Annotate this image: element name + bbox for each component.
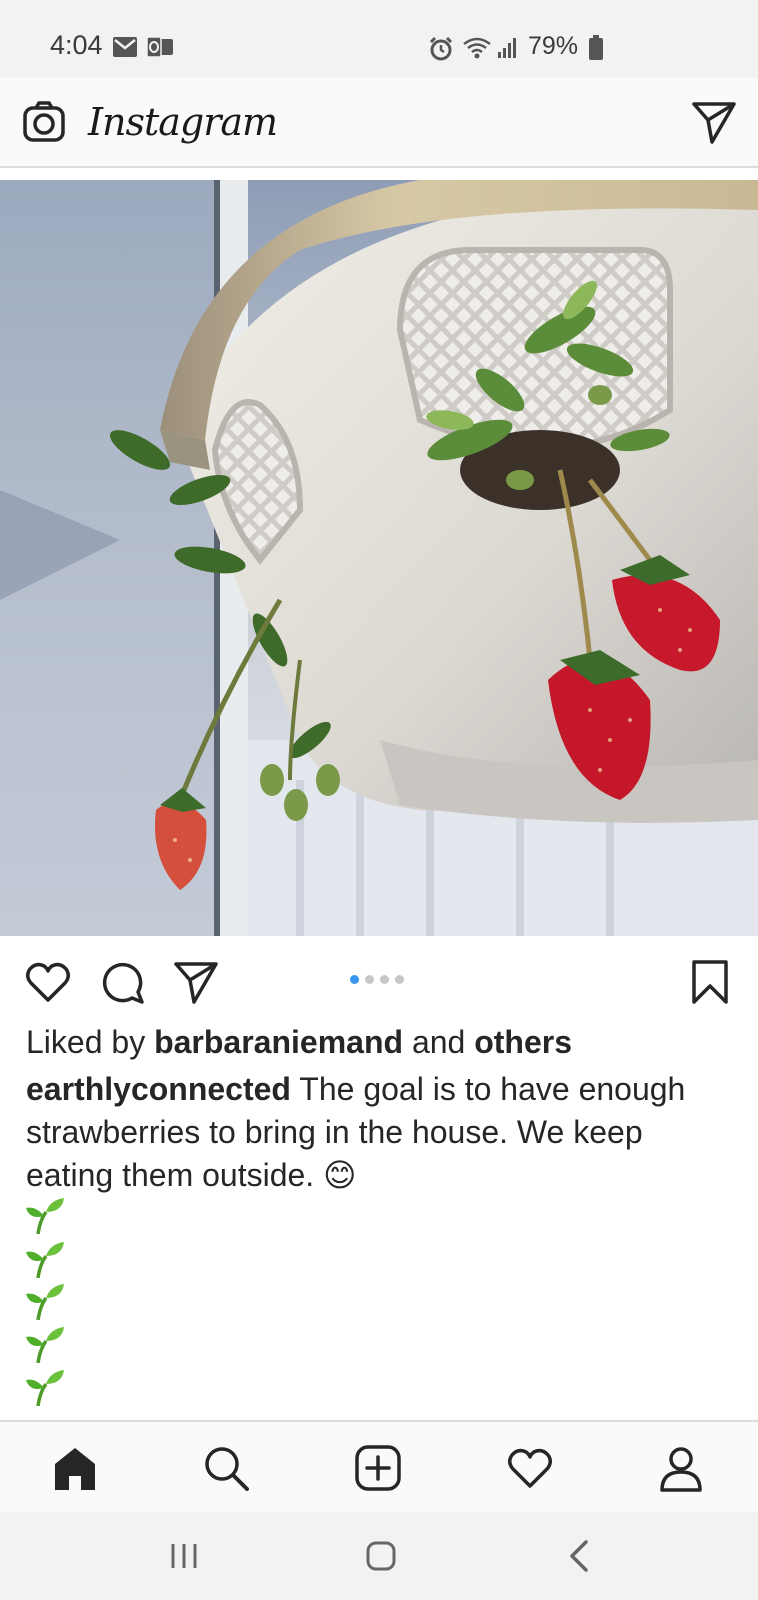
direct-message-icon[interactable] — [690, 98, 738, 146]
recents-icon[interactable] — [164, 1536, 204, 1576]
comment-icon[interactable] — [98, 958, 146, 1006]
seedling-icon — [26, 1370, 64, 1406]
save-icon[interactable] — [686, 958, 734, 1006]
carousel-dot-active — [350, 975, 359, 984]
top-app-bar: Instagram — [0, 78, 758, 168]
wifi-icon — [463, 37, 491, 59]
home-icon[interactable] — [51, 1444, 99, 1492]
alarm-icon — [429, 36, 453, 61]
carousel-dot — [380, 975, 389, 984]
gmail-icon — [113, 37, 137, 57]
caption-username[interactable]: earthlyconnected — [26, 1071, 291, 1107]
likes-others-link[interactable]: others — [474, 1024, 572, 1060]
signal-icon — [498, 38, 516, 58]
seedling-icon — [26, 1284, 64, 1320]
likes-summary: Liked by barbaraniemand and others — [26, 1022, 572, 1062]
seedling-icon — [26, 1198, 64, 1234]
liked-by-username[interactable]: barbaraniemand — [154, 1024, 403, 1060]
carousel-dot — [395, 975, 404, 984]
new-post-icon[interactable] — [354, 1444, 402, 1492]
back-icon[interactable] — [560, 1536, 600, 1576]
profile-icon[interactable] — [657, 1444, 705, 1492]
like-icon[interactable] — [24, 958, 72, 1006]
home-button-icon[interactable] — [361, 1536, 401, 1576]
post-image[interactable] — [0, 180, 758, 936]
likes-conjunction: and — [411, 1024, 466, 1060]
seedling-icon — [26, 1242, 64, 1278]
likes-prefix: Liked by — [26, 1024, 146, 1060]
seedling-icon — [26, 1327, 64, 1363]
post-caption: earthlyconnected The goal is to have eno… — [26, 1068, 726, 1197]
camera-icon[interactable] — [22, 100, 66, 144]
carousel-dot — [365, 975, 374, 984]
bottom-navigation — [0, 1420, 758, 1514]
outlook-icon — [146, 36, 173, 58]
battery-percent: 79% — [528, 32, 579, 60]
caption-emoji: 😊 — [323, 1156, 357, 1194]
status-time: 4:04 — [50, 30, 103, 60]
search-icon[interactable] — [202, 1444, 250, 1492]
post-action-row — [0, 936, 758, 1020]
share-icon[interactable] — [172, 958, 220, 1006]
strawberry-planter-photo — [0, 180, 758, 936]
system-navigation-bar — [0, 1512, 758, 1600]
status-bar: 4:04 79% — [0, 0, 758, 78]
instagram-logo-text: Instagram — [88, 100, 278, 144]
activity-heart-icon[interactable] — [506, 1444, 554, 1492]
battery-icon — [589, 35, 603, 60]
